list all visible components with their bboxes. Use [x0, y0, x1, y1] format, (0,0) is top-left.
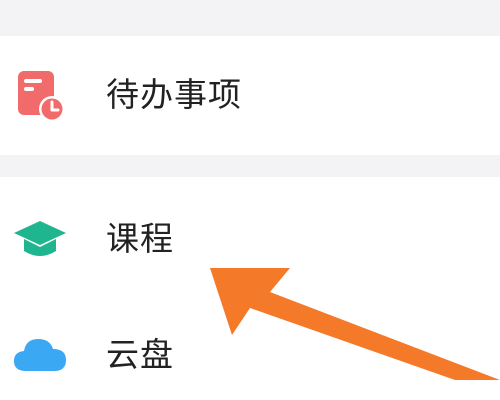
menu-item-label: 课程 [106, 219, 174, 258]
menu-item-course[interactable]: 课程 [0, 194, 500, 284]
graduation-cap-icon [10, 209, 70, 269]
menu-item-label: 待办事项 [106, 75, 242, 114]
section-divider [0, 155, 500, 177]
section-divider-top [0, 0, 500, 36]
menu-item-label: 云盘 [106, 335, 174, 374]
cloud-icon [10, 325, 70, 385]
menu-item-todo[interactable]: 待办事项 [0, 50, 500, 140]
menu-item-cloud[interactable]: 云盘 [0, 310, 500, 400]
todo-clock-icon [10, 65, 70, 125]
